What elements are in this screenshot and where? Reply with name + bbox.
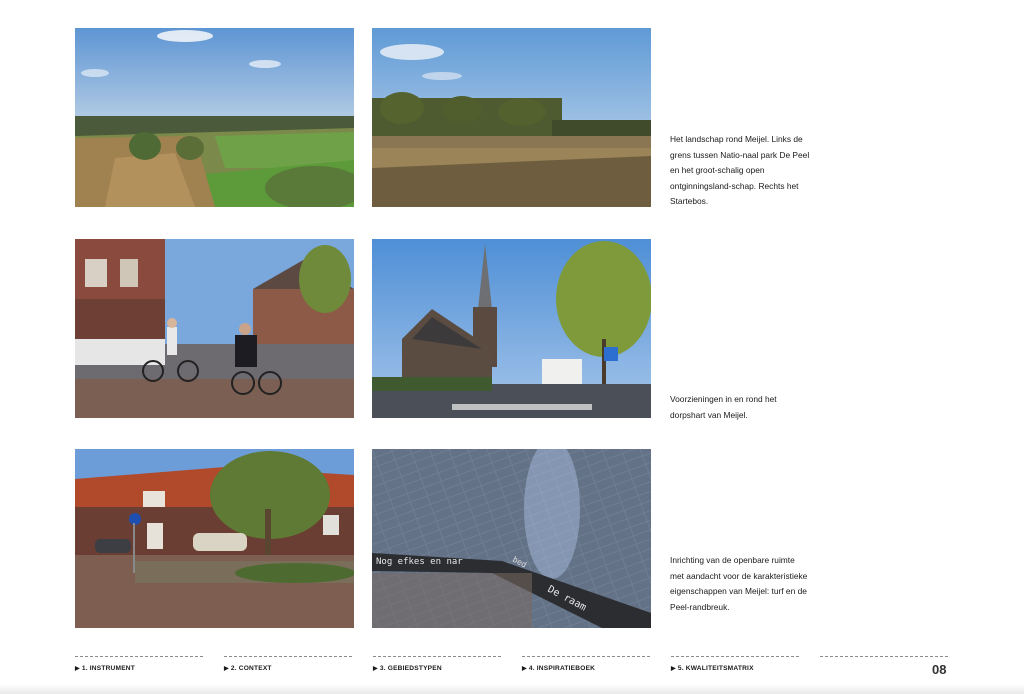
triangle-icon: ▶ xyxy=(522,666,527,672)
footer-nav-inspiratieboek[interactable]: ▶ 4. INSPIRATIEBOEK xyxy=(522,656,650,672)
bottom-shadow xyxy=(0,684,1024,694)
footer-nav-label: 1. INSTRUMENT xyxy=(81,665,135,672)
footer-nav-label: 5. KWALITEITSMATRIX xyxy=(677,665,754,672)
caption-public-space: Inrichting van de openbare ruimte met aa… xyxy=(670,555,808,612)
triangle-icon: ▶ xyxy=(75,666,80,672)
footer-nav-label: 2. CONTEXT xyxy=(230,665,272,672)
photo-church-meijel xyxy=(372,239,651,418)
footer-divider xyxy=(820,656,948,665)
triangle-icon: ▶ xyxy=(373,666,378,672)
footer-nav-instrument[interactable]: ▶ 1. INSTRUMENT xyxy=(75,656,203,672)
page-number: 08 xyxy=(932,662,947,677)
footer-nav-gebiedstypen[interactable]: ▶ 3. GEBIEDSTYPEN xyxy=(373,656,501,672)
footer-nav-kwaliteitsmatrix[interactable]: ▶ 5. KWALITEITSMATRIX xyxy=(671,656,799,672)
footer-nav-context[interactable]: ▶ 2. CONTEXT xyxy=(224,656,352,672)
triangle-icon: ▶ xyxy=(671,666,676,672)
photo-startebos-field xyxy=(372,28,651,207)
photo-pavement-text: Nog efkes en nar bed De raam xyxy=(372,449,651,628)
footer-nav-label: 3. GEBIEDSTYPEN xyxy=(379,665,442,672)
caption-facilities: Voorzieningen in en rond het dorpshart v… xyxy=(670,394,777,420)
caption-landscape: Het landschap rond Meijel. Links de gren… xyxy=(670,134,810,207)
footer-nav-label: 4. INSPIRATIEBOEK xyxy=(528,665,596,672)
photo-square-buildings xyxy=(75,449,354,628)
photo-village-street-cyclists xyxy=(75,239,354,418)
photo-landscape-border xyxy=(75,28,354,207)
triangle-icon: ▶ xyxy=(224,666,229,672)
pavement-text-line1: Nog efkes en nar xyxy=(376,557,463,567)
